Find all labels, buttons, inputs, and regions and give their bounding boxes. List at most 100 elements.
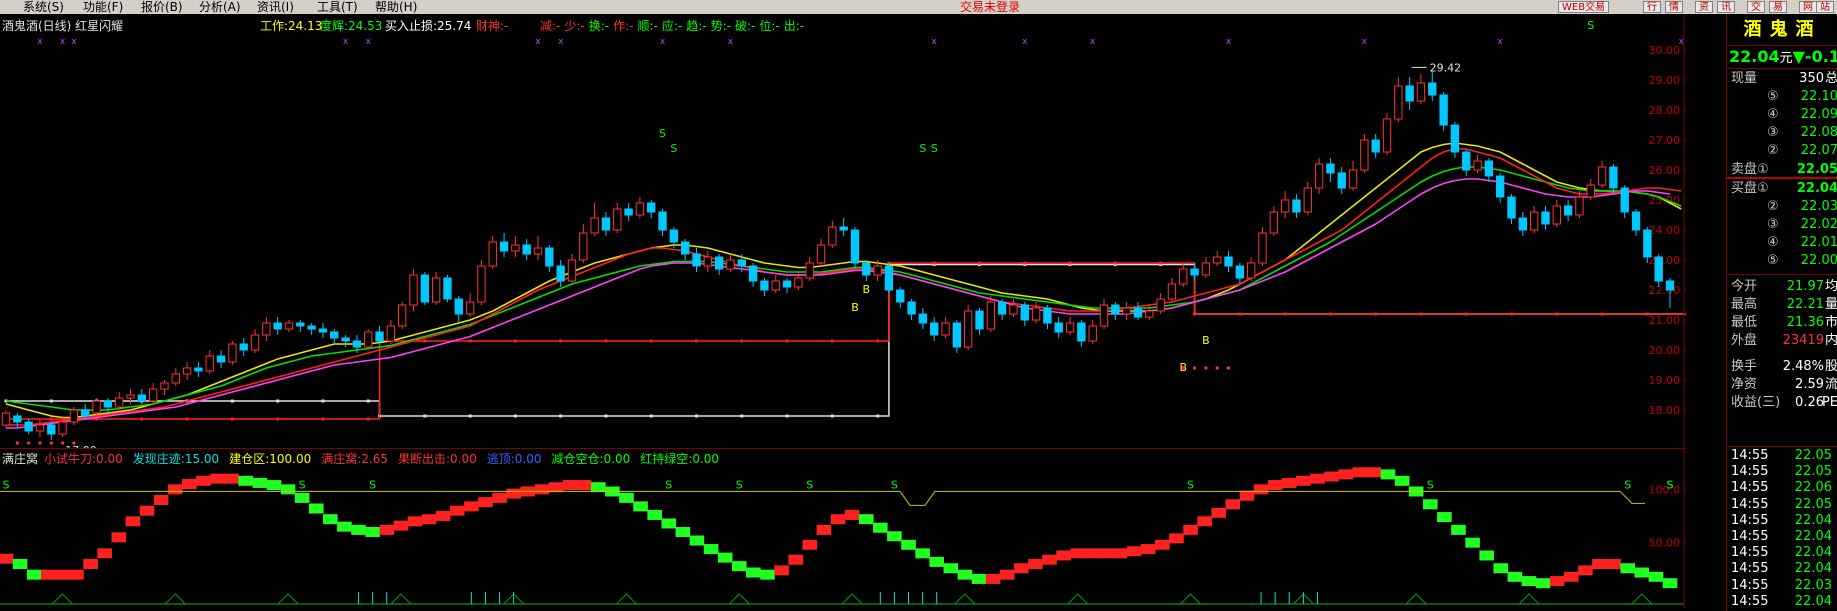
menu-analysis[interactable]: 分析(A) — [196, 0, 244, 14]
ind-step-bar — [55, 569, 70, 580]
ind-step-bar — [1310, 473, 1325, 484]
menu-help[interactable]: 帮助(H) — [372, 0, 420, 14]
tick-time: 14:55 — [1731, 480, 1769, 496]
ind-step-bar — [1211, 507, 1227, 518]
level-red-dot — [468, 339, 472, 343]
volume-row: 现量 350 总 — [1727, 70, 1837, 88]
indicator-chart[interactable]: 100.0 50.00 SSSSSSSSSSSS 满庄窝 小试牛刀:0.00 发现庄迹… — [0, 448, 1690, 608]
tick-price: 22.03 — [1794, 577, 1832, 593]
stat-suffix: 量 — [1824, 297, 1837, 312]
tick-price: 22.04 — [1794, 529, 1832, 544]
ind-step-bar — [1253, 484, 1269, 495]
signal-9: 位:- — [759, 19, 780, 33]
ind-step-bar — [464, 501, 479, 512]
ind-step-bar — [111, 532, 127, 543]
level-white-dot — [604, 414, 608, 418]
ind-triangle — [841, 593, 863, 605]
quote-button-1[interactable]: 行 — [1643, 1, 1661, 13]
candle-body — [1224, 256, 1233, 267]
ind-step-bar — [139, 505, 155, 516]
candle-body — [58, 421, 67, 435]
candle-body — [330, 331, 339, 339]
candle-body — [1269, 211, 1278, 234]
dot-marker — [15, 441, 19, 445]
ind-triangle — [1405, 593, 1427, 605]
ind-s-marker: S — [1427, 478, 1434, 491]
candle-body — [930, 322, 939, 336]
stat-label: 净资 — [1731, 377, 1758, 392]
candle-body — [624, 208, 633, 216]
ind-s-marker: S — [299, 478, 306, 491]
ind-step-bar — [633, 501, 648, 512]
buy-level-row: ③ 22.02 — [1727, 216, 1837, 234]
candle-body — [1507, 196, 1516, 219]
candle-body — [1665, 280, 1675, 291]
y-tick-label: 22.00 — [1649, 284, 1681, 297]
menu-bar: 系统(S) 功能(F) 报价(B) 分析(A) 资讯(I) 工具(T) 帮助(H… — [0, 0, 1837, 14]
candle-body — [522, 244, 531, 255]
candle-body — [1054, 322, 1063, 333]
y-tick-label: 18.00 — [1649, 404, 1681, 417]
menu-system[interactable]: 系统(S) — [20, 0, 67, 14]
ind-step-bar — [1338, 469, 1353, 480]
candle-body — [1360, 139, 1369, 171]
trade-button-2[interactable]: 易 — [1769, 1, 1787, 13]
level-white-dot — [321, 399, 325, 403]
tick-row: 14:55 22.04 — [1727, 594, 1837, 610]
candle-body — [1167, 283, 1177, 300]
ind-step-bar — [830, 514, 846, 525]
tick-time: 14:55 — [1731, 529, 1769, 544]
site-button-1[interactable]: 网 — [1799, 1, 1817, 13]
menu-quote[interactable]: 报价(B) — [138, 0, 186, 14]
top-x-marker: x — [728, 37, 734, 47]
candle-body — [69, 409, 79, 423]
indicator-item-6: 减仓空仓:0.00 — [551, 452, 631, 466]
level-white-dot — [649, 414, 653, 418]
site-button-2[interactable]: 站 — [1816, 1, 1834, 13]
ma-green-line — [5, 166, 1682, 411]
indicator-item-2: 建仓区:100.00 — [229, 452, 312, 466]
tick-price: 22.04 — [1794, 545, 1832, 561]
top-x-marker: x — [535, 37, 541, 47]
news-button-2[interactable]: 讯 — [1717, 1, 1735, 13]
signal-5: 应:- — [661, 19, 683, 33]
candle-body — [975, 310, 984, 330]
main-price-chart[interactable]: 30.00 29.00 28.00 27.00 26.00 25.00 24.00 23.00… — [0, 14, 1762, 457]
tick-row: 14:55 22.04 — [1727, 545, 1837, 561]
quote-button-2[interactable]: 情 — [1665, 1, 1683, 13]
top-x-marker: x — [558, 37, 564, 47]
ind-step-bar — [1042, 554, 1057, 565]
candle-body — [477, 265, 486, 303]
ind-triangle — [277, 593, 299, 605]
menu-news[interactable]: 资讯(I) — [254, 0, 297, 14]
candle-body — [216, 355, 226, 363]
candle-body — [579, 232, 588, 261]
candle-body — [1303, 187, 1312, 213]
signal-row: 减:- 少:- 换:- 作:- 顺:- 应:- 趋:- 势:- 破:- 位:- 出:- — [540, 17, 808, 34]
candle-body — [963, 310, 973, 348]
stat-row: 外盘 23419 内 — [1727, 332, 1837, 350]
candle-body — [1122, 307, 1131, 315]
news-button-1[interactable]: 资 — [1695, 1, 1713, 13]
candle-body — [1473, 160, 1482, 171]
level-red-dot — [230, 417, 234, 421]
trade-button-1[interactable]: 交 — [1747, 1, 1765, 13]
menu-tools[interactable]: 工具(T) — [314, 0, 361, 14]
tick-time: 14:55 — [1731, 512, 1769, 528]
level-red-dot — [140, 417, 144, 421]
ind-step-bar — [985, 573, 1001, 584]
tick-price: 22.04 — [1794, 593, 1832, 609]
level-red-dot — [740, 339, 744, 343]
y-tick-label: 19.00 — [1649, 374, 1681, 387]
candle-body — [1394, 85, 1403, 120]
sell-level-price: 22.09 — [1800, 107, 1837, 122]
ind-step-bar — [69, 569, 84, 580]
candle-body — [420, 274, 430, 303]
ind-step-bar — [873, 522, 888, 533]
web-trade-button[interactable]: WEB交易 — [1558, 1, 1610, 13]
level-white-dot — [695, 414, 699, 418]
y-tick-label: 21.00 — [1649, 314, 1681, 327]
level-red-dot — [321, 417, 325, 421]
menu-function[interactable]: 功能(F) — [80, 0, 126, 14]
candle-body — [398, 304, 407, 327]
